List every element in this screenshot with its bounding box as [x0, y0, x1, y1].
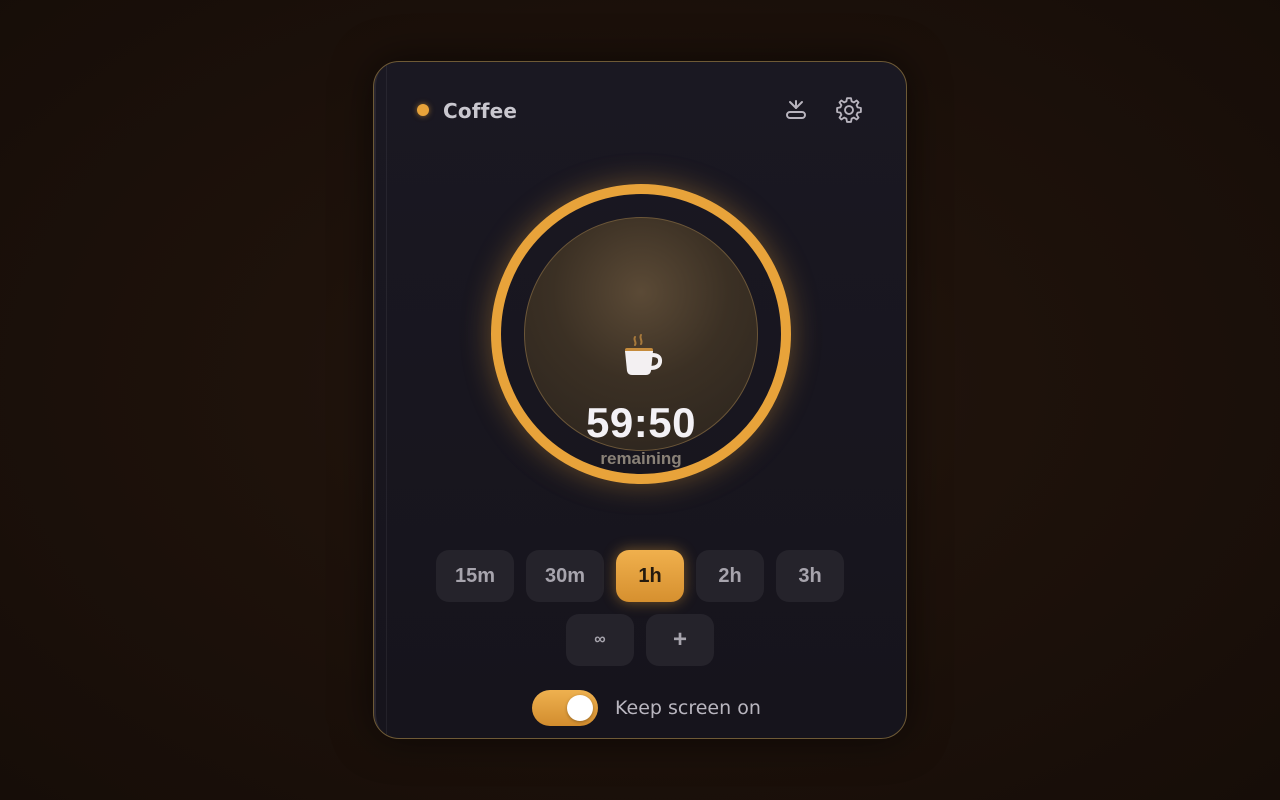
toggle-knob: [567, 695, 593, 721]
add-custom-duration-button[interactable]: +: [646, 614, 714, 666]
app-window: Coffee 59:50 remaining 15m 30m 1h 2h 3h …: [373, 61, 907, 739]
keep-screen-on-toggle[interactable]: [532, 690, 598, 726]
minimize-to-tray-icon: [786, 100, 806, 119]
timer-dial: 59:50 remaining: [480, 173, 802, 495]
time-caption: remaining: [600, 449, 682, 468]
keep-screen-on-row: Keep screen on: [532, 689, 761, 727]
gear-icon: [836, 97, 862, 123]
preset-row-1: 15m 30m 1h 2h 3h: [374, 550, 906, 602]
time-remaining: 59:50: [586, 399, 696, 446]
preset-infinite-button[interactable]: ∞: [566, 614, 634, 666]
settings-button[interactable]: [831, 92, 867, 128]
header: Coffee: [374, 62, 906, 162]
preset-3h-button[interactable]: 3h: [776, 550, 844, 602]
coffee-cup-icon: [625, 334, 663, 375]
app-title: Coffee: [443, 99, 518, 123]
keep-screen-on-label: Keep screen on: [615, 697, 761, 719]
preset-2h-button[interactable]: 2h: [696, 550, 764, 602]
preset-1h-button[interactable]: 1h: [616, 550, 684, 602]
status-dot: [417, 104, 429, 116]
minimize-button[interactable]: [778, 92, 814, 128]
preset-30m-button[interactable]: 30m: [526, 550, 604, 602]
preset-15m-button[interactable]: 15m: [436, 550, 514, 602]
preset-row-2: ∞ +: [374, 614, 906, 666]
